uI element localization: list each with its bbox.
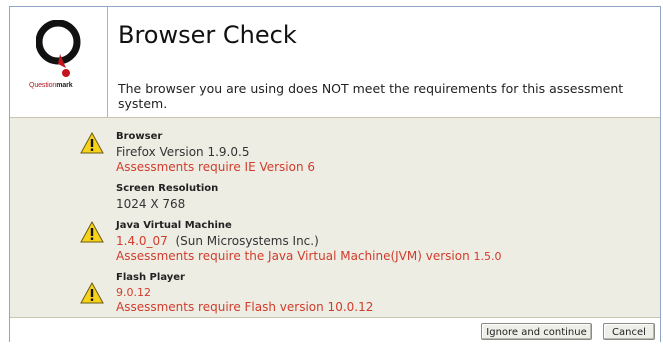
- warning-icon: [80, 282, 104, 304]
- page-title: Browser Check: [118, 21, 297, 49]
- logo-area: Questionmark: [10, 7, 108, 117]
- check-error: Assessments require the Java Virtual Mac…: [116, 249, 502, 263]
- cancel-button[interactable]: Cancel: [603, 323, 655, 340]
- check-label: Flash Player: [116, 272, 185, 283]
- check-error: Assessments require Flash version 10.0.1…: [116, 300, 374, 314]
- check-label: Java Virtual Machine: [116, 220, 232, 231]
- check-value: 9.0.12: [116, 286, 151, 299]
- check-label: Browser: [116, 131, 163, 142]
- browser-check-dialog: Questionmark Browser Check The browser y…: [9, 6, 661, 343]
- check-error: Assessments require IE Version 6: [116, 160, 316, 174]
- questionmark-logo-icon: [36, 20, 81, 77]
- check-label: Screen Resolution: [116, 183, 219, 194]
- dialog-header: Questionmark Browser Check The browser y…: [10, 7, 660, 117]
- checks-panel: Browser Firefox Version 1.9.0.5 Assessme…: [10, 117, 660, 318]
- warning-icon: [80, 132, 104, 154]
- check-value: 1024 X 768: [116, 197, 186, 211]
- check-value: 1.4.0_07 (Sun Microsystems Inc.): [116, 234, 319, 248]
- logo-wordmark: Questionmark: [29, 82, 73, 89]
- dialog-footer: Ignore and continue Cancel: [10, 317, 660, 343]
- warning-icon: [80, 221, 104, 243]
- check-value: Firefox Version 1.9.0.5: [116, 145, 250, 159]
- ignore-and-continue-button[interactable]: Ignore and continue: [481, 323, 592, 340]
- requirements-message: The browser you are using does NOT meet …: [118, 81, 624, 111]
